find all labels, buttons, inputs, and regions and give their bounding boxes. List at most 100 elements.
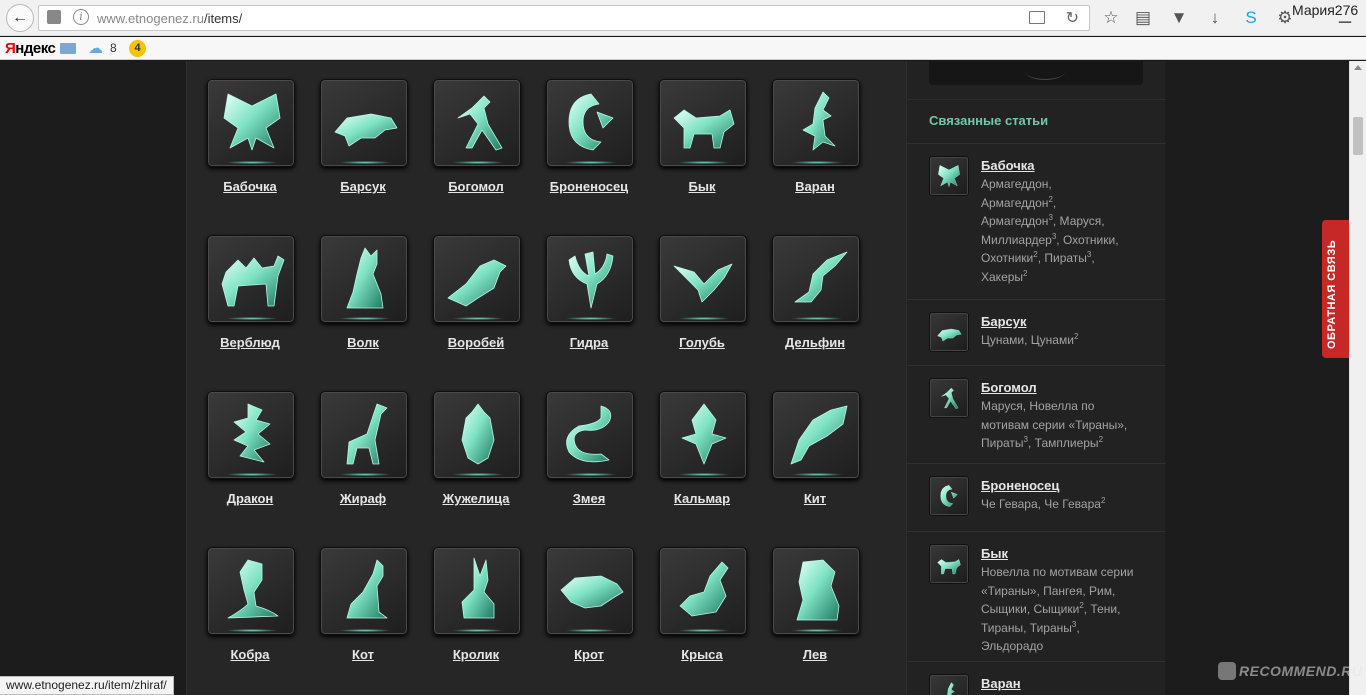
article-title[interactable]: Варан [981,676,1021,691]
article-thumb[interactable] [929,156,969,196]
item-label[interactable]: Верблюд [195,335,305,350]
item-label[interactable]: Крот [534,647,644,662]
item-image[interactable] [433,235,521,323]
item-tile-rat[interactable]: Крыса [657,547,770,695]
reload-icon[interactable]: ↻ [1066,8,1079,28]
item-tile-giraffe[interactable]: Жираф [318,391,431,547]
pocket-icon[interactable]: ▼ [1168,7,1190,29]
item-tile-badger[interactable]: Барсук [318,79,431,235]
item-tile-cat[interactable]: Кот [318,547,431,695]
skype-icon[interactable]: S [1240,7,1262,29]
item-tile-butterfly[interactable]: Бабочка [205,79,318,235]
item-tile-armadillo[interactable]: Броненосец [544,79,657,235]
item-tile-whale[interactable]: Кит [770,391,883,547]
scroll-thumb[interactable] [1353,117,1363,155]
item-image[interactable] [207,79,295,167]
cloud-icon[interactable]: ☁ [88,39,103,57]
item-tile-dragon[interactable]: Дракон [205,391,318,547]
item-image[interactable] [659,79,747,167]
item-tile-monitor-lizard[interactable]: Варан [770,79,883,235]
item-label[interactable]: Жираф [308,491,418,506]
yandex-logo[interactable]: Яндекс [5,40,56,57]
info-icon[interactable]: i [73,9,89,25]
item-label[interactable]: Кот [308,647,418,662]
item-tile-wolf[interactable]: Волк [318,235,431,391]
back-arrow-icon[interactable]: ← [6,4,34,32]
item-tile-rabbit[interactable]: Кролик [431,547,544,695]
item-tile-camel[interactable]: Верблюд [205,235,318,391]
article-thumb[interactable] [929,476,969,516]
item-image[interactable] [433,79,521,167]
item-image[interactable] [772,79,860,167]
scroll-up-icon[interactable] [1354,65,1362,70]
item-image[interactable] [546,391,634,479]
item-label[interactable]: Богомол [421,179,531,194]
item-label[interactable]: Лев [760,647,870,662]
item-image[interactable] [659,235,747,323]
feedback-tab[interactable]: ОБРАТНАЯ СВЯЗЬ [1322,220,1349,358]
item-tile-mantis[interactable]: Богомол [431,79,544,235]
item-tile-lion[interactable]: Лев [770,547,883,695]
item-label[interactable]: Дракон [195,491,305,506]
bookmarks-list-icon[interactable]: ▤ [1132,7,1154,29]
item-tile-dove[interactable]: Голубь [657,235,770,391]
item-tile-hydra[interactable]: Гидра [544,235,657,391]
item-image[interactable] [772,391,860,479]
star-icon[interactable]: ☆ [1100,7,1122,29]
url-text[interactable]: www.etnogenez.ru/items/ [97,11,242,26]
article-thumb[interactable] [929,312,969,352]
mail-icon[interactable] [60,43,76,54]
article-title[interactable]: Броненосец [981,478,1059,493]
item-label[interactable]: Волк [308,335,418,350]
item-image[interactable] [320,391,408,479]
item-image[interactable] [433,547,521,635]
address-bar[interactable]: i www.etnogenez.ru/items/ ↻ [38,5,1090,31]
item-label[interactable]: Барсук [308,179,418,194]
item-image[interactable] [207,391,295,479]
reader-view-icon[interactable] [1029,11,1045,24]
item-tile-cobra[interactable]: Кобра [205,547,318,695]
item-tile-beetle[interactable]: Жужелица [431,391,544,547]
article-thumb[interactable] [929,674,969,695]
item-label[interactable]: Бык [647,179,757,194]
article-title[interactable]: Богомол [981,380,1037,395]
item-image[interactable] [320,547,408,635]
item-label[interactable]: Бабочка [195,179,305,194]
weather-temp[interactable]: 8 [110,41,117,55]
item-tile-dolphin[interactable]: Дельфин [770,235,883,391]
item-label[interactable]: Кальмар [647,491,757,506]
download-icon[interactable]: ↓ [1204,7,1226,29]
item-image[interactable] [320,79,408,167]
article-title[interactable]: Бабочка [981,158,1035,173]
article-thumb[interactable] [929,378,969,418]
item-image[interactable] [546,79,634,167]
item-image[interactable] [207,547,295,635]
item-image[interactable] [772,547,860,635]
item-label[interactable]: Жужелица [421,491,531,506]
traffic-icon[interactable]: 4 [129,40,146,57]
item-image[interactable] [433,391,521,479]
item-label[interactable]: Кролик [421,647,531,662]
item-label[interactable]: Гидра [534,335,644,350]
item-tile-sparrow[interactable]: Воробей [431,235,544,391]
item-label[interactable]: Змея [534,491,644,506]
item-label[interactable]: Кит [760,491,870,506]
item-image[interactable] [207,235,295,323]
item-tile-bull[interactable]: Бык [657,79,770,235]
item-label[interactable]: Крыса [647,647,757,662]
item-tile-mole[interactable]: Крот [544,547,657,695]
item-label[interactable]: Голубь [647,335,757,350]
article-title[interactable]: Барсук [981,314,1026,329]
item-image[interactable] [659,547,747,635]
item-label[interactable]: Кобра [195,647,305,662]
item-image[interactable] [772,235,860,323]
item-image[interactable] [546,547,634,635]
item-tile-squid[interactable]: Кальмар [657,391,770,547]
scrollbar[interactable] [1349,61,1366,695]
item-label[interactable]: Воробей [421,335,531,350]
item-label[interactable]: Варан [760,179,870,194]
item-label[interactable]: Броненосец [534,179,644,194]
item-image[interactable] [546,235,634,323]
user-name[interactable]: Мария276 [1290,2,1361,18]
article-thumb[interactable] [929,544,969,584]
